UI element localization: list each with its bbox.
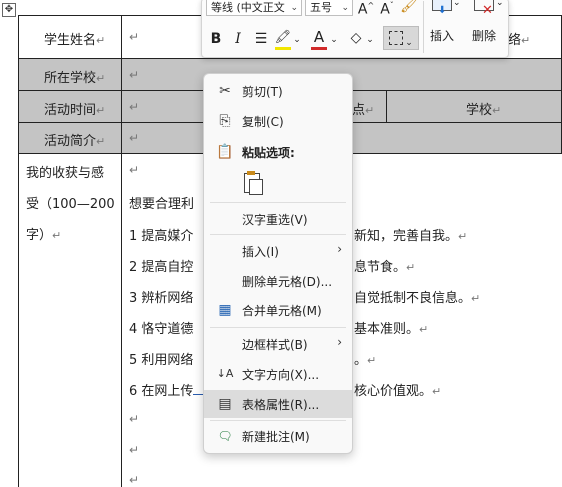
new-comment-icon: 🗨 (217, 429, 233, 443)
content-line-1: 1 提高媒介 (129, 229, 194, 244)
table-border (18, 15, 19, 487)
menu-divider (210, 234, 346, 235)
menu-item-cut[interactable]: ✂ 剪切(T) (204, 77, 352, 105)
row1-right-text: 络↵ (508, 33, 531, 48)
content-line-3: 3 辨析网络 (129, 291, 194, 306)
menu-item-delete-cells[interactable]: 删除单元格(D)... (204, 267, 352, 295)
menu-divider (210, 327, 346, 328)
para-mark: ↵ (129, 131, 140, 145)
content-tail-1: 新知，完善自我。↵ (354, 229, 468, 244)
borders-icon[interactable]: ⌄ (383, 26, 419, 50)
menu-item-new-comment[interactable]: 🗨 新建批注(M) (204, 422, 352, 450)
content-line-0: 想要合理利 (129, 197, 195, 212)
para-mark: ↵ (129, 30, 140, 44)
menu-item-copy[interactable]: ⎘ 复制(C) (204, 107, 352, 135)
school-label: 所在学校↵ (44, 71, 106, 86)
grow-font-button[interactable]: A^ (357, 0, 375, 20)
mini-toolbar: 等线 (中文正文 ⌄ 五号 ⌄ A^ Aˇ 🖌 B I ☰ 🖍 ⌄ A ⌄ ◇ ⌄ … (201, 0, 509, 58)
delete-table-icon[interactable]: ✕ ⌄ (472, 0, 504, 19)
para-mark: ↵ (129, 163, 140, 177)
para-mark: ↵ (96, 34, 106, 47)
font-name-select[interactable]: 等线 (中文正文 ⌄ (206, 0, 302, 16)
shading-dropdown-chevron-icon[interactable]: ⌄ (366, 30, 374, 50)
table-border (18, 58, 562, 59)
paste-keep-text-only-icon[interactable] (240, 170, 266, 196)
font-color-dropdown-chevron-icon[interactable]: ⌄ (330, 30, 338, 50)
para-mark: ↵ (129, 473, 140, 487)
scissors-icon: ✂ (219, 83, 231, 99)
content-tail-6: 核心价值观。↵ (354, 384, 442, 399)
time-label: 活动时间↵ (44, 103, 106, 118)
shading-icon[interactable]: ◇ (347, 28, 365, 48)
table-border (386, 90, 387, 122)
school2-label: 学校↵ (466, 103, 502, 118)
student-name-label: 学生姓名↵ (44, 33, 106, 48)
harvest-label-line1: 我的收获与感 (26, 166, 105, 181)
content-tail-5: 。↵ (354, 353, 377, 368)
menu-item-reconvert[interactable]: 汉字重选(V) (204, 205, 352, 233)
menu-item-text-direction[interactable]: ↓A 文字方向(X)... (204, 360, 352, 388)
para-mark: ↵ (129, 412, 140, 426)
content-line-6: 6 在网上传 (129, 380, 206, 399)
font-size-select[interactable]: 五号 ⌄ (305, 0, 353, 16)
copy-icon: ⎘ (219, 113, 231, 129)
content-tail-4: 基本准则。↵ (354, 322, 429, 337)
harvest-label-line3: 字）↵ (26, 228, 62, 243)
text-direction-icon: ↓A (216, 367, 234, 380)
paragraph-align-icon[interactable]: ☰ (252, 29, 270, 49)
context-menu: ✂ 剪切(T) ⎘ 复制(C) 📋 粘贴选项: 汉字重选(V) 插入(I) › … (203, 73, 353, 454)
toolbar-divider (423, 1, 424, 53)
chevron-down-icon: ⌄ (341, 3, 349, 13)
content-line-5: 5 利用网络 (129, 353, 194, 368)
para-mark: ↵ (129, 100, 140, 114)
content-line-4: 4 恪守道德 (129, 322, 194, 337)
merge-cells-icon: ▦ (218, 302, 232, 318)
insert-table-icon[interactable]: ⬇ ⌄ (430, 0, 461, 16)
menu-divider (210, 202, 346, 203)
menu-item-border-styles[interactable]: 边框样式(B) › (204, 330, 352, 358)
paste-icon: 📋 (216, 144, 234, 160)
italic-button[interactable]: I (230, 29, 246, 49)
bold-button[interactable]: B (208, 29, 224, 49)
menu-item-merge-cells[interactable]: ▦ 合并单元格(M) (204, 296, 352, 324)
para-mark: ↵ (129, 443, 140, 457)
delete-button-label[interactable]: 删除 (472, 27, 496, 44)
highlight-icon[interactable]: 🖍 (274, 28, 292, 50)
content-line-2: 2 提高自控 (129, 260, 194, 275)
harvest-label-line2: 受（100—200 (26, 197, 115, 212)
menu-item-insert[interactable]: 插入(I) › (204, 237, 352, 265)
table-properties-icon: ▤ (218, 396, 232, 412)
font-color-icon[interactable]: A (310, 27, 328, 50)
shrink-font-button[interactable]: Aˇ (378, 0, 396, 20)
chevron-down-icon: ⌄ (290, 3, 298, 13)
content-tail-3: 自觉抵制不良信息。↵ (354, 291, 481, 306)
table-border (121, 15, 122, 487)
location-label: 点↵ (352, 103, 375, 118)
table-move-handle-icon[interactable]: ✥ (2, 3, 16, 17)
para-mark: ↵ (129, 68, 140, 82)
menu-item-paste-options: 📋 粘贴选项: (216, 144, 295, 160)
submenu-arrow-icon: › (337, 242, 342, 256)
highlight-dropdown-chevron-icon[interactable]: ⌄ (293, 30, 301, 50)
submenu-arrow-icon: › (337, 335, 342, 349)
intro-label: 活动简介↵ (44, 134, 106, 149)
format-painter-icon[interactable]: 🖌 (400, 0, 418, 16)
menu-item-table-properties[interactable]: ▤ 表格属性(R)... (204, 390, 352, 418)
insert-button-label[interactable]: 插入 (430, 27, 454, 44)
menu-divider (210, 420, 346, 421)
content-tail-2: 息节食。↵ (354, 260, 416, 275)
